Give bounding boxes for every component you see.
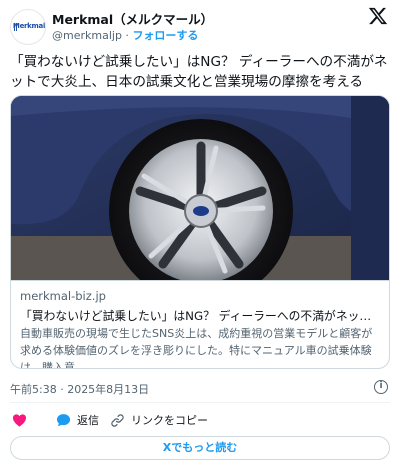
tweet-timestamp[interactable]: 午前5:38 · 2025年8月13日 <box>10 381 149 397</box>
like-button[interactable] <box>12 410 33 430</box>
card-description: 自動車販売の現場で生じたSNS炎上は、成約重視の営業モデルと顧客が求める体験価値… <box>20 327 373 369</box>
x-logo-icon[interactable] <box>368 6 388 26</box>
link-card[interactable]: merkmal-biz.jp 「買わないけど試乗したい」はNG？ ディーラーへの… <box>10 95 390 369</box>
action-bar: 返信 リンクをコピー <box>10 410 390 430</box>
copy-link-button[interactable]: リンクをコピー <box>110 410 208 430</box>
follow-button[interactable]: フォローする <box>132 29 198 42</box>
card-title: 「買わないけど試乗したい」はNG？ ディーラーへの不満がネットで大炎上… <box>20 309 382 323</box>
read-more-button[interactable]: Xでもっと読む <box>10 436 390 460</box>
tweet-header: Merkmal Merkmal（メルクマール） @merkmaljp · フォロ… <box>0 0 400 45</box>
copy-link-label: リンクをコピー <box>131 414 208 427</box>
heart-icon <box>12 414 27 427</box>
car-wheel-photo[interactable] <box>11 96 389 303</box>
avatar[interactable]: Merkmal <box>10 9 46 45</box>
reply-label: 返信 <box>77 414 99 427</box>
tweet-text: 「買わないけど試乗したい」はNG？ ディーラーへの不満がネットで大炎上、日本の試… <box>10 54 388 90</box>
link-icon <box>111 413 124 427</box>
account-handle[interactable]: @merkmaljp <box>52 29 122 42</box>
reply-button[interactable]: 返信 <box>56 410 99 430</box>
reply-icon <box>56 414 71 427</box>
info-icon[interactable]: i <box>374 380 388 394</box>
display-name[interactable]: Merkmal（メルクマール） <box>52 9 213 28</box>
avatar-logo-text: Merkmal <box>12 22 46 30</box>
card-info[interactable]: merkmal-biz.jp 「買わないけど試乗したい」はNG？ ディーラーへの… <box>11 280 389 369</box>
card-domain: merkmal-biz.jp <box>20 289 106 303</box>
account-subline: @merkmaljp · フォローする <box>52 27 198 43</box>
divider <box>10 402 390 403</box>
separator: · <box>121 29 133 42</box>
